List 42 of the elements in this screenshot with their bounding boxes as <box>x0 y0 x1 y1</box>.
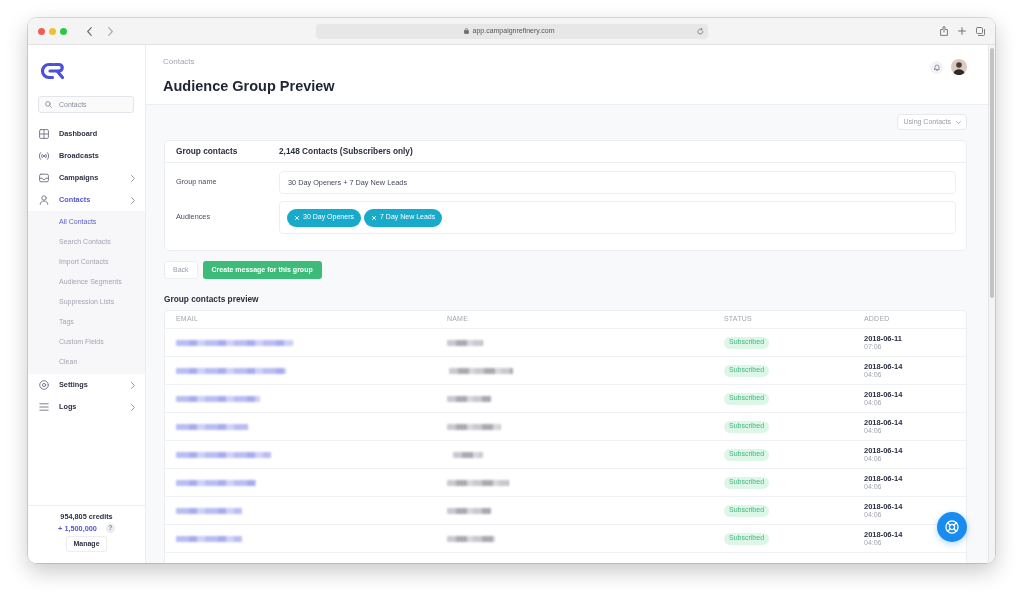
caret-down-icon <box>956 120 961 124</box>
minimize-window-icon[interactable] <box>49 27 56 35</box>
blurred-name <box>447 507 491 514</box>
lock-icon <box>463 28 469 34</box>
scrollbar-thumb[interactable] <box>990 48 994 298</box>
section-title: Group contacts preview <box>164 293 260 305</box>
blurred-name <box>447 535 495 542</box>
settings-icon <box>39 380 49 390</box>
blurred-email <box>176 507 242 514</box>
blurred-name <box>447 479 509 486</box>
bell-icon <box>933 64 940 71</box>
search-icon <box>45 101 52 108</box>
person-icon <box>39 195 49 205</box>
lifebuoy-icon <box>945 520 959 534</box>
share-icon[interactable] <box>940 26 948 36</box>
blurred-email <box>176 535 242 542</box>
user-avatar[interactable] <box>951 59 967 75</box>
page-title: Audience Group Preview <box>163 77 335 95</box>
field-label: Group contacts <box>176 145 239 158</box>
remove-icon[interactable] <box>372 215 376 220</box>
contact-count: 2,148 Contacts (Subscribers only) <box>279 145 413 158</box>
back-icon[interactable] <box>87 26 92 36</box>
blurred-name <box>449 367 513 374</box>
close-window-icon[interactable] <box>38 27 45 35</box>
blurred-name <box>447 423 501 430</box>
zoom-window-icon[interactable] <box>60 27 67 35</box>
blurred-name <box>447 395 491 402</box>
notifications-button[interactable] <box>930 61 943 74</box>
brand-logo[interactable] <box>40 61 65 80</box>
blurred-name <box>453 451 483 458</box>
reload-icon[interactable] <box>696 27 704 35</box>
list-icon <box>39 402 49 412</box>
remove-icon[interactable] <box>295 215 299 220</box>
breadcrumb-link[interactable]: Contacts <box>163 56 195 67</box>
tabs-overview-icon[interactable] <box>976 26 985 36</box>
blurred-email <box>176 423 248 430</box>
forward-icon[interactable] <box>108 26 113 36</box>
grid-icon <box>39 129 49 139</box>
blurred-name <box>447 339 483 346</box>
new-tab-icon[interactable] <box>958 27 966 35</box>
signal-waves-icon <box>39 151 49 161</box>
inbox-icon <box>39 173 49 183</box>
